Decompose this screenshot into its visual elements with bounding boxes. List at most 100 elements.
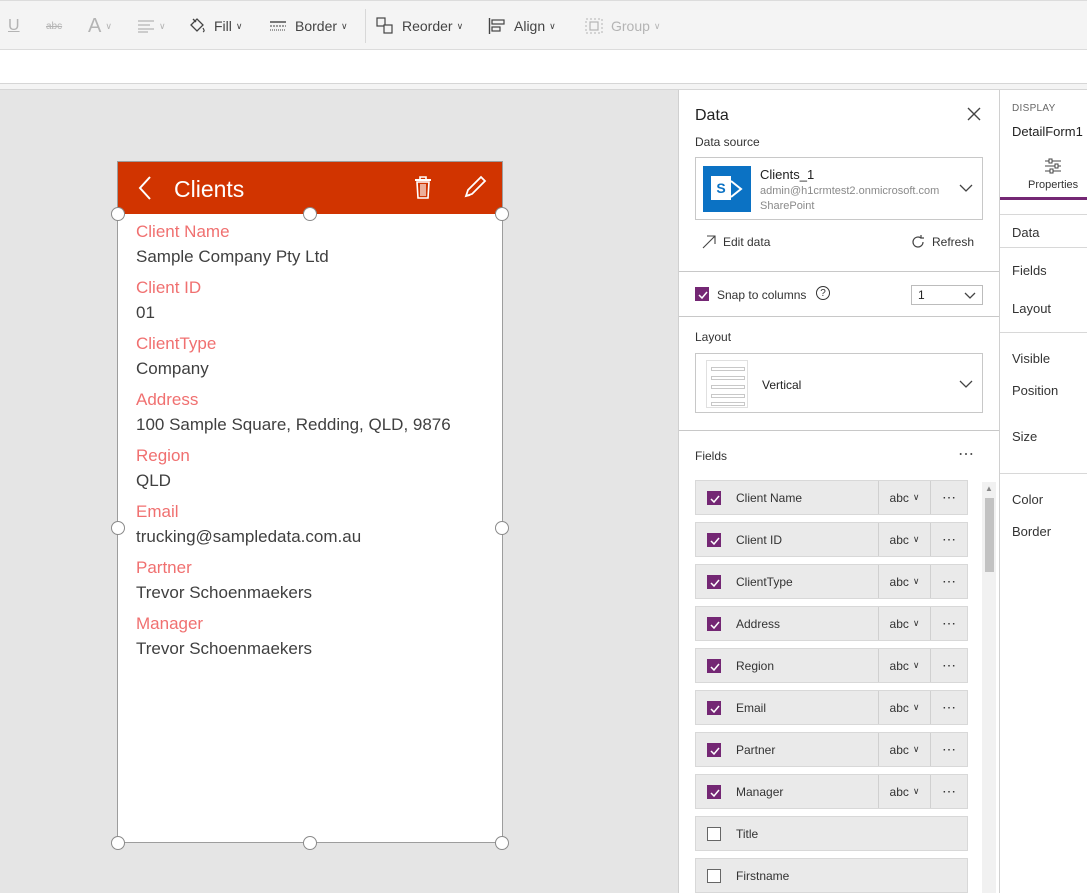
field-checkbox[interactable] — [707, 575, 721, 589]
field-checkbox[interactable] — [707, 533, 721, 547]
ribbon-toolbar: U abc A ∨ ∨ Fill ∨ Border ∨ Reorder ∨ Al… — [0, 0, 1087, 50]
field-row[interactable]: ClientType abc ∨ ⋯ — [695, 564, 968, 599]
fields-more-icon[interactable]: ⋯ — [958, 444, 975, 464]
field-more-icon[interactable]: ⋯ — [930, 649, 968, 682]
field-row[interactable]: Client ID abc ∨ ⋯ — [695, 522, 968, 557]
field-row[interactable]: Email abc ∨ ⋯ — [695, 690, 968, 725]
field-checkbox[interactable] — [707, 701, 721, 715]
font-color-button[interactable]: A ∨ — [88, 10, 112, 42]
field-checkbox[interactable] — [707, 785, 721, 799]
field-row[interactable]: Partner abc ∨ ⋯ — [695, 732, 968, 767]
field-more-icon[interactable]: ⋯ — [930, 565, 968, 598]
prop-fields[interactable]: Fields — [1012, 263, 1047, 278]
field-more-icon[interactable]: ⋯ — [930, 775, 968, 808]
field-label: Address — [136, 390, 199, 409]
field-checkbox[interactable] — [707, 827, 721, 841]
field-more-icon[interactable]: ⋯ — [930, 691, 968, 724]
resize-handle[interactable] — [495, 521, 509, 535]
detail-form[interactable]: Clients Client Name Sample Company Pty L… — [117, 161, 503, 843]
prop-position[interactable]: Position — [1012, 383, 1058, 398]
checkmark-icon — [710, 579, 720, 588]
field-value: 01 — [136, 303, 155, 322]
prop-divider — [1000, 214, 1087, 215]
snap-to-columns-checkbox[interactable] — [695, 287, 709, 301]
text-align-button[interactable]: ∨ — [137, 10, 166, 42]
resize-handle[interactable] — [495, 836, 509, 850]
field-checkbox[interactable] — [707, 743, 721, 757]
field-type-label: abc — [889, 700, 909, 715]
refresh-button[interactable]: Refresh — [910, 234, 974, 250]
group-button[interactable]: Group ∨ — [585, 10, 661, 42]
sharepoint-logo: S — [703, 166, 751, 212]
chevron-down-icon: ∨ — [653, 20, 661, 31]
field-value: trucking@sampledata.com.au — [136, 527, 362, 546]
field-type-dropdown[interactable]: abc ∨ — [878, 607, 930, 640]
back-arrow-icon[interactable] — [134, 174, 158, 202]
resize-handle[interactable] — [495, 207, 509, 221]
field-checkbox[interactable] — [707, 617, 721, 631]
underline-button[interactable]: U — [8, 10, 20, 42]
strikethrough-button[interactable]: abc — [46, 10, 62, 42]
field-name: Client ID — [736, 533, 783, 547]
fields-scrollbar[interactable]: ▲ — [982, 482, 996, 893]
screen-title: Clients — [174, 176, 245, 202]
help-icon[interactable]: ? — [816, 286, 830, 300]
resize-handle[interactable] — [303, 836, 317, 850]
resize-handle[interactable] — [111, 521, 125, 535]
field-more-icon[interactable]: ⋯ — [930, 481, 968, 514]
prop-data[interactable]: Data — [1012, 225, 1039, 240]
fields-label: Fields — [695, 449, 728, 463]
border-button[interactable]: Border ∨ — [269, 10, 348, 42]
prop-border[interactable]: Border — [1012, 524, 1051, 539]
paint-bucket-icon — [190, 18, 205, 33]
field-row[interactable]: Region abc ∨ ⋯ — [695, 648, 968, 683]
field-type-dropdown[interactable]: abc ∨ — [878, 481, 930, 514]
field-more-icon[interactable]: ⋯ — [930, 733, 968, 766]
field-checkbox[interactable] — [707, 659, 721, 673]
formula-bar[interactable] — [0, 50, 1087, 84]
resize-handle[interactable] — [303, 207, 317, 221]
pencil-icon[interactable] — [462, 174, 488, 200]
chevron-down-icon: ∨ — [549, 20, 556, 31]
chevron-down-icon — [959, 380, 973, 388]
field-label: ClientType — [136, 334, 217, 353]
sharepoint-arrow-icon — [730, 180, 743, 198]
field-row[interactable]: Title — [695, 816, 968, 851]
scroll-up-icon[interactable]: ▲ — [985, 484, 993, 493]
tab-properties[interactable]: Properties — [1028, 179, 1078, 191]
fill-button[interactable]: Fill ∨ — [188, 10, 242, 42]
field-row[interactable]: Firstname — [695, 858, 968, 893]
resize-handle[interactable] — [111, 207, 125, 221]
trash-icon[interactable] — [412, 174, 434, 200]
field-checkbox[interactable] — [707, 491, 721, 505]
resize-handle[interactable] — [111, 836, 125, 850]
field-value: Sample Company Pty Ltd — [136, 247, 329, 266]
field-type-dropdown[interactable]: abc ∨ — [878, 649, 930, 682]
align-button[interactable]: Align ∨ — [488, 10, 556, 42]
reorder-button[interactable]: Reorder ∨ — [376, 10, 463, 42]
field-type-dropdown[interactable]: abc ∨ — [878, 733, 930, 766]
data-source-selector[interactable]: S Clients_1 admin@h1crmtest2.onmicrosoft… — [695, 157, 983, 220]
prop-size[interactable]: Size — [1012, 429, 1037, 444]
chevron-down-icon: ∨ — [341, 20, 348, 31]
columns-dropdown[interactable]: 1 — [911, 285, 983, 305]
field-more-icon[interactable]: ⋯ — [930, 607, 968, 640]
field-row[interactable]: Client Name abc ∨ ⋯ — [695, 480, 968, 515]
field-type-dropdown[interactable]: abc ∨ — [878, 691, 930, 724]
field-type-dropdown[interactable]: abc ∨ — [878, 775, 930, 808]
prop-visible[interactable]: Visible — [1012, 351, 1050, 366]
field-checkbox[interactable] — [707, 869, 721, 883]
field-type-dropdown[interactable]: abc ∨ — [878, 565, 930, 598]
close-icon[interactable] — [966, 106, 982, 122]
prop-layout[interactable]: Layout — [1012, 301, 1051, 316]
data-source-account: admin@h1crmtest2.onmicrosoft.com — [760, 185, 940, 197]
field-type-dropdown[interactable]: abc ∨ — [878, 523, 930, 556]
scrollbar-thumb[interactable] — [985, 498, 994, 572]
layout-selector[interactable]: Vertical — [695, 353, 983, 413]
edit-data-button[interactable]: Edit data — [701, 234, 770, 250]
field-row[interactable]: Address abc ∨ ⋯ — [695, 606, 968, 641]
field-row[interactable]: Manager abc ∨ ⋯ — [695, 774, 968, 809]
prop-color[interactable]: Color — [1012, 492, 1043, 507]
field-more-icon[interactable]: ⋯ — [930, 523, 968, 556]
active-tab-indicator — [1000, 197, 1087, 200]
